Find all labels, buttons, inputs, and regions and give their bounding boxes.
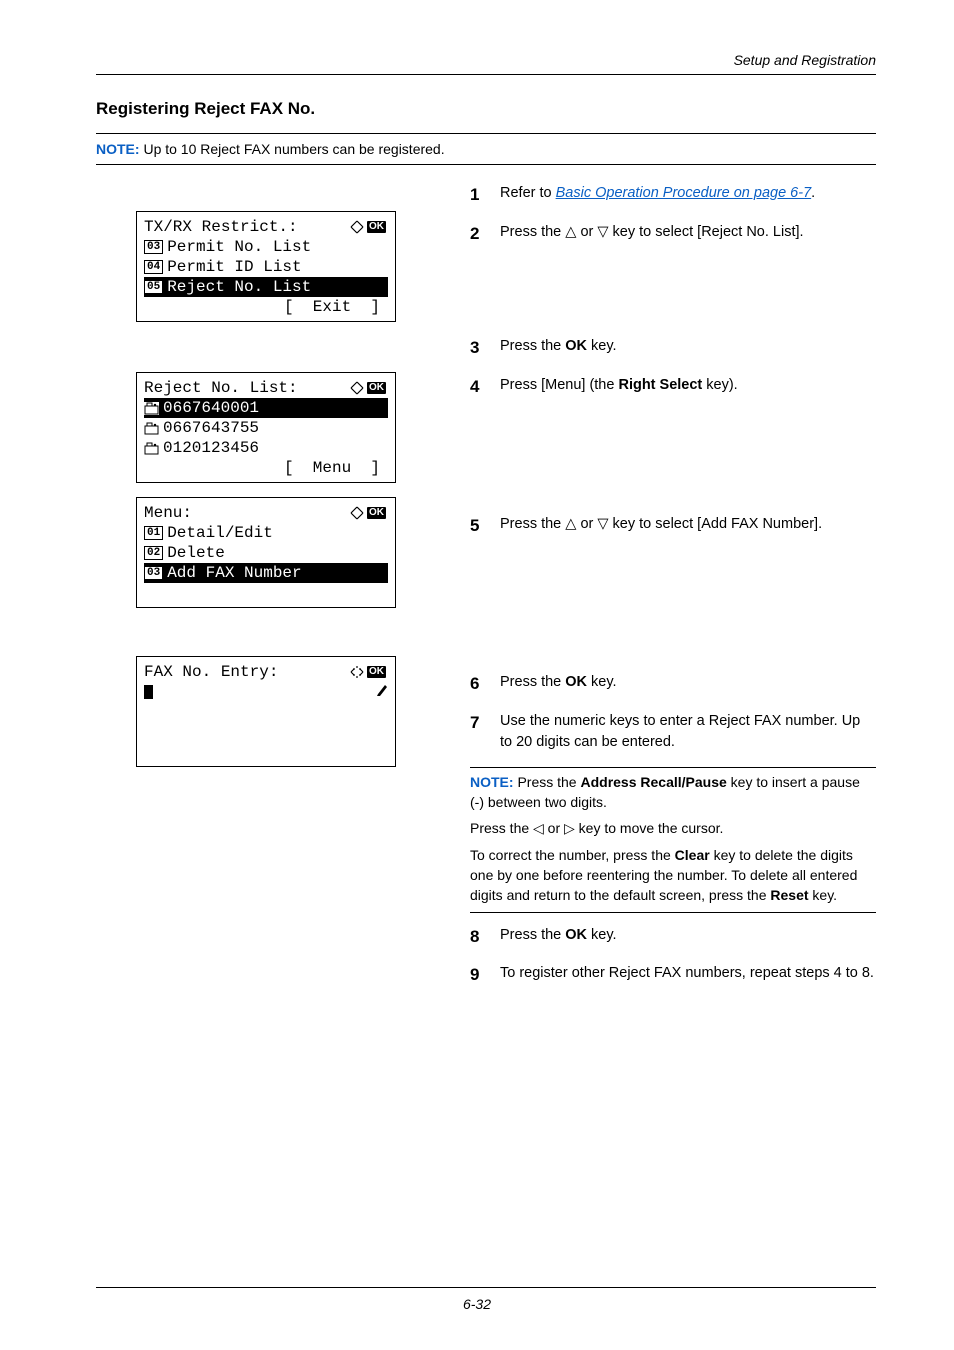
step-8: 8 Press the OK key. <box>470 925 876 950</box>
step1-text-a: Refer to <box>500 185 556 201</box>
page-footer: 6-32 <box>0 1287 954 1312</box>
lcd2-title: Reject No. List: <box>144 378 298 398</box>
step-3: 3 Press the OK key. <box>470 336 876 361</box>
step8-a: Press the <box>500 927 565 943</box>
lcd-panel-reject-list: Reject No. List: OK 0667640001 066764375… <box>136 372 396 483</box>
step-num-8: 8 <box>470 925 500 950</box>
lcd3-item-delete: Delete <box>167 543 225 563</box>
lcd3-item-detail: Detail/Edit <box>167 523 273 543</box>
lcd-panel-menu: Menu: OK 01 Detail/Edit 02 Delete 03 Add FA… <box>136 497 396 608</box>
step9-text: To register other Reject FAX numbers, re… <box>500 963 876 988</box>
step-num-6: 6 <box>470 672 500 697</box>
step-6: 6 Press the OK key. <box>470 672 876 697</box>
step-num-1: 1 <box>470 183 500 208</box>
step6-b: OK <box>565 674 587 690</box>
menu-num-04: 04 <box>144 260 163 274</box>
step-5: 5 Press the △ or ▽ key to select [Add FA… <box>470 514 876 539</box>
in-p3a: To correct the number, press the <box>470 847 675 863</box>
ok-badge: OK <box>367 221 386 233</box>
interior-note-label: NOTE: <box>470 774 514 790</box>
step3-b: OK <box>565 338 587 354</box>
step1-text-b: . <box>811 185 815 201</box>
fax-icon <box>144 402 159 415</box>
step4-c: key). <box>702 377 737 393</box>
header-rule <box>96 74 876 75</box>
nav-ok-icon: OK <box>349 506 388 520</box>
top-note: NOTE: Up to 10 Reject FAX numbers can be… <box>96 133 876 165</box>
lcd1-softkey-exit: [ Exit ] <box>284 297 380 317</box>
in-p3e: key. <box>809 887 838 903</box>
step8-b: OK <box>565 927 587 943</box>
menu-num-01: 01 <box>144 526 163 540</box>
step-9: 9 To register other Reject FAX numbers, … <box>470 963 876 988</box>
lcd-panel-fax-entry: FAX No. Entry: OK <box>136 656 396 767</box>
lcd1-item-reject-no: Reject No. List <box>167 277 311 297</box>
in-p2: Press the ◁ or ▷ key to move the cursor. <box>470 818 876 838</box>
lcd1-item-permit-no: Permit No. List <box>167 237 311 257</box>
step-num-2: 2 <box>470 222 500 247</box>
nav-ok-icon: OK <box>349 220 388 234</box>
step8-c: key. <box>587 927 617 943</box>
in-p1a: Press the <box>514 774 581 790</box>
step-7: 7 Use the numeric keys to enter a Reject… <box>470 711 876 753</box>
fax-icon <box>144 442 159 455</box>
menu-num-03: 03 <box>144 240 163 254</box>
ok-badge: OK <box>367 382 386 394</box>
step-num-3: 3 <box>470 336 500 361</box>
step2-text: Press the △ or ▽ key to select [Reject N… <box>500 222 876 247</box>
in-p3d: Reset <box>770 887 808 903</box>
lcd3-title: Menu: <box>144 503 192 523</box>
step5-text: Press the △ or ▽ key to select [Add FAX … <box>500 514 876 539</box>
note-text: Up to 10 Reject FAX numbers can be regis… <box>140 141 445 157</box>
step6-a: Press the <box>500 674 565 690</box>
note-label: NOTE: <box>96 141 140 157</box>
interior-note: NOTE: Press the Address Recall/Pause key… <box>470 767 876 913</box>
lcd-panel-restrict: TX/RX Restrict.: OK 03 Permit No. List 04… <box>136 211 396 322</box>
lcd4-title: FAX No. Entry: <box>144 662 278 682</box>
step-num-9: 9 <box>470 963 500 988</box>
menu-num-03b: 03 <box>144 566 163 580</box>
note-rule-bottom <box>96 164 876 165</box>
menu-num-02: 02 <box>144 546 163 560</box>
lcd1-title: TX/RX Restrict.: <box>144 217 298 237</box>
lcd2-softkey-menu: [ Menu ] <box>284 458 380 478</box>
lcd2-entry-2: 0667643755 <box>163 418 259 438</box>
fax-icon <box>144 422 159 435</box>
lcd2-entry-3: 0120123456 <box>163 438 259 458</box>
lcd2-entry-1: 0667640001 <box>163 398 259 418</box>
step7-text: Use the numeric keys to enter a Reject F… <box>500 711 876 753</box>
step-num-7: 7 <box>470 711 500 753</box>
step4-a: Press [Menu] (the <box>500 377 618 393</box>
step-num-4: 4 <box>470 375 500 400</box>
note-rule-top <box>96 133 876 134</box>
step-4: 4 Press [Menu] (the Right Select key). <box>470 375 876 400</box>
step6-c: key. <box>587 674 617 690</box>
cursor-icon <box>144 685 153 699</box>
in-p1b: Address Recall/Pause <box>580 774 726 790</box>
pencil-icon <box>261 662 388 722</box>
step-2: 2 Press the △ or ▽ key to select [Reject… <box>470 222 876 247</box>
menu-num-05: 05 <box>144 280 163 294</box>
nav-ok-icon: OK <box>349 381 388 395</box>
lcd1-item-permit-id: Permit ID List <box>167 257 301 277</box>
lcd3-item-add-fax: Add FAX Number <box>167 563 301 583</box>
step-1: 1 Refer to Basic Operation Procedure on … <box>470 183 876 208</box>
step-num-5: 5 <box>470 514 500 539</box>
page-number: 6-32 <box>0 1296 954 1312</box>
section-header: Setup and Registration <box>96 52 876 68</box>
step3-a: Press the <box>500 338 565 354</box>
page-heading: Registering Reject FAX No. <box>96 99 876 119</box>
step1-link[interactable]: Basic Operation Procedure on page 6-7 <box>556 185 812 201</box>
step3-c: key. <box>587 338 617 354</box>
ok-badge: OK <box>367 507 386 519</box>
step4-b: Right Select <box>618 377 702 393</box>
in-p3b: Clear <box>675 847 710 863</box>
